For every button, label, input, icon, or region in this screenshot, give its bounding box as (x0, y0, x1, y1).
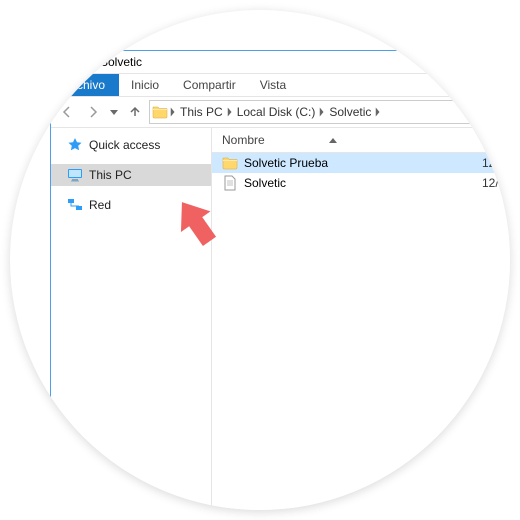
file-name: Solvetic (244, 176, 286, 190)
window-title: Solvetic (98, 55, 142, 69)
separator (90, 55, 91, 69)
tab-view-label: Vista (260, 78, 286, 92)
qat-dropdown-icon[interactable] (75, 58, 83, 66)
column-header-date[interactable]: Fecha (482, 133, 510, 147)
folder-icon (222, 155, 238, 171)
monitor-icon (67, 167, 83, 183)
forward-arrow-icon (85, 104, 101, 120)
column-headers: Nombre Fecha (212, 128, 510, 153)
nav-row: This PC Local Disk (C:) Solvetic (51, 97, 510, 128)
forward-button[interactable] (81, 100, 105, 124)
tab-file-label: Archivo (65, 78, 105, 92)
chevron-right-icon (227, 107, 233, 117)
back-arrow-icon (59, 104, 75, 120)
folder-icon (152, 104, 168, 120)
file-list-pane: Nombre Fecha Solvetic Prueba 12/05/2 (212, 128, 510, 510)
list-item[interactable]: Solvetic 12/05/20 (212, 173, 510, 193)
file-explorer-window: Solvetic Archivo Inicio Compartir Vista (50, 50, 510, 510)
tab-share[interactable]: Compartir (171, 74, 248, 96)
chevron-down-icon (110, 108, 118, 116)
ribbon-tabs: Archivo Inicio Compartir Vista (51, 74, 510, 97)
column-header-name[interactable]: Nombre (222, 133, 482, 147)
sidebar-item-label: Red (89, 198, 111, 212)
file-name: Solvetic Prueba (244, 156, 328, 170)
chevron-right-icon (375, 107, 381, 117)
tab-home[interactable]: Inicio (119, 74, 171, 96)
star-icon (67, 137, 83, 153)
file-date: 12/05/20 (482, 176, 510, 190)
file-date: 12/05/2 (482, 156, 510, 170)
list-item[interactable]: Solvetic Prueba 12/05/2 (212, 153, 510, 173)
sort-ascending-icon (329, 138, 337, 143)
up-arrow-icon (127, 104, 143, 120)
network-icon (67, 197, 83, 213)
column-header-label: Fecha (482, 133, 510, 147)
sidebar-item-label: This PC (89, 168, 132, 182)
tab-home-label: Inicio (131, 78, 159, 92)
history-dropdown[interactable] (107, 100, 121, 124)
file-icon (222, 175, 238, 191)
tab-file[interactable]: Archivo (51, 74, 119, 96)
chevron-right-icon (170, 107, 176, 117)
nav-pane: Quick access This PC Red (51, 128, 212, 510)
sidebar-item-network[interactable]: Red (51, 194, 211, 216)
breadcrumb-cdrive[interactable]: Local Disk (C:) (235, 105, 318, 119)
tab-share-label: Compartir (183, 78, 236, 92)
up-button[interactable] (123, 100, 147, 124)
chevron-right-icon (319, 107, 325, 117)
titlebar: Solvetic (51, 51, 510, 74)
breadcrumb-thispc[interactable]: This PC (178, 105, 225, 119)
back-button[interactable] (55, 100, 79, 124)
sidebar-item-label: Quick access (89, 138, 160, 152)
sidebar-item-this-pc[interactable]: This PC (51, 164, 211, 186)
tab-view[interactable]: Vista (248, 74, 298, 96)
folder-icon (55, 54, 71, 70)
address-bar[interactable]: This PC Local Disk (C:) Solvetic (149, 100, 510, 124)
column-header-label: Nombre (222, 133, 265, 147)
breadcrumb-folder[interactable]: Solvetic (327, 105, 373, 119)
sidebar-item-quick-access[interactable]: Quick access (51, 134, 211, 156)
